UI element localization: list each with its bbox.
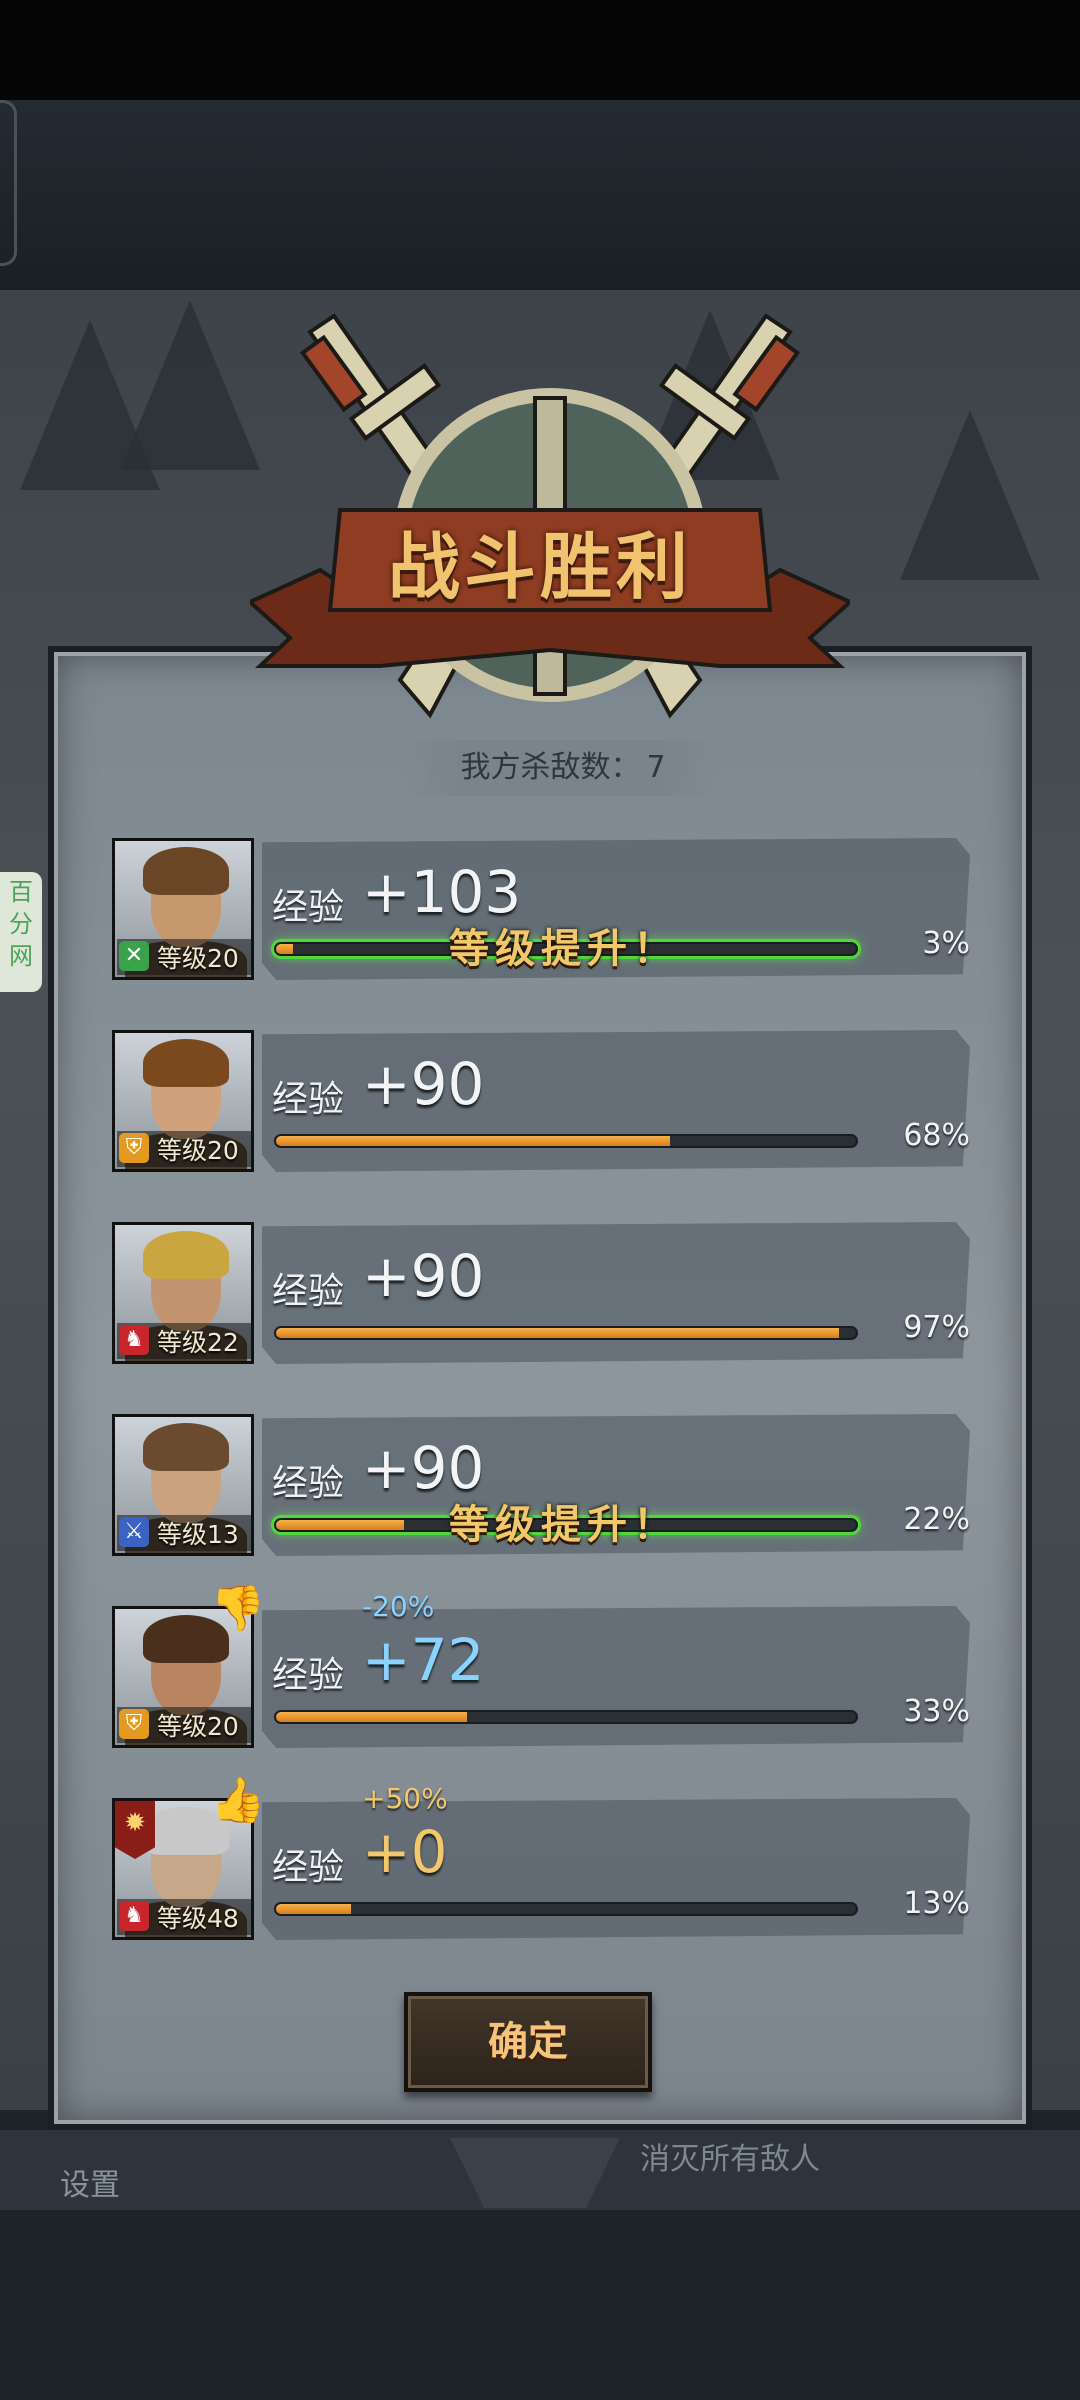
horse-icon: ♞: [119, 1901, 149, 1931]
exp-label: 经验: [272, 1079, 345, 1120]
portrait-hair: [143, 847, 229, 895]
hero-level: 等级48: [157, 1904, 239, 1933]
exp-percent: 33%: [903, 1694, 970, 1729]
exp-value: +90: [362, 1050, 485, 1118]
horse-icon: ♞: [119, 1325, 149, 1355]
hero-level: 等级20: [157, 1136, 239, 1165]
skill-label[interactable]: 消灭所有敌人: [640, 2134, 820, 2178]
header-back-tab[interactable]: [0, 100, 17, 266]
exp-modifier: +50%: [362, 1782, 448, 1815]
exp-progress-fill: [276, 1712, 468, 1722]
shield-icon: ⛨: [119, 1709, 149, 1739]
exp-modifier: -20%: [362, 1590, 435, 1623]
hero-row: ✹ ♞ 等级48 经验 +50% +0 13% 👍: [112, 1775, 970, 1940]
tree-decoration: [900, 410, 1040, 580]
hero-portrait[interactable]: ✕ 等级20: [112, 838, 254, 980]
hero-level: 等级22: [157, 1328, 239, 1357]
hero-row: ✕ 等级20 经验 +103 等级提升！ 3%: [112, 838, 970, 980]
kill-count-value: 7: [646, 750, 666, 785]
level-up-text: 等级提升！: [449, 1502, 679, 1548]
portrait-hair: [143, 1231, 229, 1279]
hero-portrait[interactable]: ⛨ 等级20: [112, 1030, 254, 1172]
exp-progress-fill: [276, 1136, 671, 1146]
status-bar: [0, 0, 1080, 100]
hero-portrait[interactable]: ♞ 等级22: [112, 1222, 254, 1364]
hero-row: ⛨ 等级20 经验 +90 68%: [112, 1030, 970, 1172]
exp-label: 经验: [272, 1847, 345, 1888]
level-up-text: 等级提升！: [449, 926, 679, 972]
exp-value: +0: [362, 1818, 448, 1886]
thumbs-down-icon: 👎: [210, 1583, 266, 1634]
exp-progress-bar: [274, 1710, 858, 1724]
exp-progress-bar: [274, 1326, 858, 1340]
hero-row: ♞ 等级22 经验 +90 97%: [112, 1222, 970, 1364]
exp-percent: 13%: [903, 1886, 970, 1921]
exp-value: +72: [362, 1626, 485, 1694]
exp-label: 经验: [272, 1271, 345, 1312]
portrait-hair: [143, 1039, 229, 1087]
exp-progress-fill: [276, 1904, 352, 1914]
hero-level: 等级20: [157, 1712, 239, 1741]
settings-label[interactable]: 设置: [60, 2160, 120, 2204]
exp-label: 经验: [272, 1655, 345, 1696]
victory-title: 战斗胜利: [387, 525, 692, 609]
hero-row: ⛨ 等级20 经验 -20% +72 33% 👎: [112, 1583, 970, 1748]
sword-icon: ⚔: [119, 1517, 149, 1547]
confirm-button[interactable]: 确定: [404, 1992, 652, 2092]
elite-banner-icon: ✹: [115, 1801, 155, 1859]
hero-portrait[interactable]: ⚔ 等级13: [112, 1414, 254, 1556]
exp-percent: 97%: [903, 1310, 970, 1345]
crossed-swords-icon: ✕: [119, 941, 149, 971]
hero-row: ⚔ 等级13 经验 +90 等级提升！ 22%: [112, 1414, 970, 1556]
exp-progress-bar: [274, 1134, 858, 1148]
exp-percent: 22%: [903, 1502, 970, 1537]
hero-level: 等级13: [157, 1520, 239, 1549]
exp-progress-fill: [276, 1328, 839, 1338]
game-header: [0, 100, 1080, 292]
kill-count-label: 我方杀敌数：: [460, 750, 641, 785]
hero-level: 等级20: [157, 944, 239, 973]
side-tag[interactable]: 百分网: [0, 872, 42, 992]
tree-decoration: [120, 300, 260, 470]
exp-progress-bar: [274, 1902, 858, 1916]
kill-count: 我方杀敌数： 7: [400, 740, 720, 796]
portrait-hair: [143, 1423, 229, 1471]
exp-percent: 68%: [903, 1118, 970, 1153]
exp-value: +90: [362, 1242, 485, 1310]
thumbs-up-icon: 👍: [210, 1775, 266, 1826]
exp-percent: 3%: [922, 926, 970, 961]
shield-icon: ⛨: [119, 1133, 149, 1163]
